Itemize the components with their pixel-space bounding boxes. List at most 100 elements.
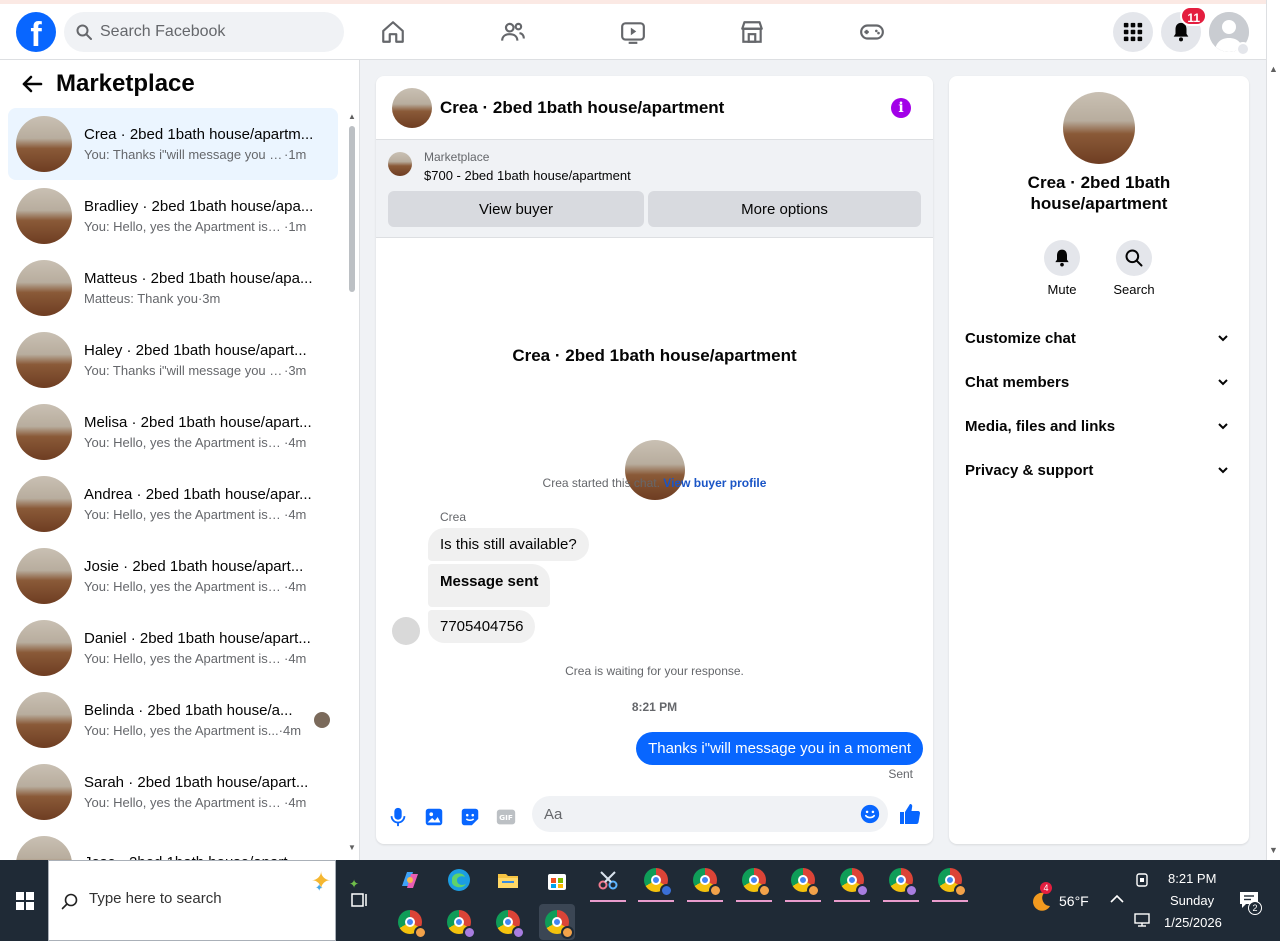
conversation-item[interactable]: Melisa · 2bed 1bath house/apart... You: H… bbox=[8, 396, 338, 468]
file-explorer-app[interactable] bbox=[490, 862, 526, 898]
microphone-icon[interactable] bbox=[387, 806, 409, 828]
account-chevron-icon[interactable] bbox=[1236, 42, 1250, 56]
conversation-item[interactable]: Daniel · 2bed 1bath house/apart... You: H… bbox=[8, 612, 338, 684]
marketplace-label: Marketplace bbox=[424, 150, 490, 164]
customize-chat-section[interactable]: Customize chat bbox=[965, 320, 1233, 356]
facebook-logo[interactable]: f bbox=[16, 12, 56, 52]
chrome-profile-app-active[interactable] bbox=[539, 904, 575, 940]
listing-title[interactable]: $700 - 2bed 1bath house/apartment bbox=[424, 168, 631, 183]
preview-text: You: Hello, yes the Apartment is sti... bbox=[84, 219, 284, 234]
search-icon bbox=[61, 893, 78, 910]
incoming-message[interactable]: Is this still available? bbox=[428, 528, 589, 561]
facebook-search-input[interactable] bbox=[100, 23, 320, 41]
chrome-profile-app[interactable] bbox=[392, 904, 428, 940]
conversation-item[interactable]: Belinda · 2bed 1bath house/a... You: Hell… bbox=[8, 684, 338, 756]
chrome-profile-app[interactable] bbox=[441, 904, 477, 940]
page-scrollbar[interactable]: ▲ ▼ bbox=[1266, 0, 1280, 860]
windows-start-icon[interactable] bbox=[16, 892, 34, 910]
preview-time: ·1m bbox=[284, 219, 307, 234]
edge-app[interactable] bbox=[441, 862, 477, 898]
info-icon[interactable]: i bbox=[891, 98, 911, 118]
chrome-profile-app[interactable] bbox=[834, 862, 870, 902]
sender-name: Crea bbox=[440, 510, 467, 524]
weather-moon-icon[interactable] bbox=[1028, 890, 1052, 914]
sender-small-avatar bbox=[392, 617, 420, 645]
chrome-profile-app[interactable] bbox=[490, 904, 526, 940]
conversation-item[interactable]: Bradliey · 2bed 1bath house/apa... You: H… bbox=[8, 180, 338, 252]
home-icon[interactable] bbox=[377, 16, 409, 48]
clock-time[interactable]: 8:21 PM bbox=[1168, 871, 1216, 886]
conversation-item[interactable]: Andrea · 2bed 1bath house/apar... You: He… bbox=[8, 468, 338, 540]
task-view-icon[interactable] bbox=[351, 891, 369, 909]
info-name: Crea · 2bed 1bath house/apartment bbox=[1027, 173, 1171, 213]
more-options-button[interactable]: More options bbox=[648, 191, 921, 227]
incoming-message[interactable]: 7705404756 bbox=[428, 610, 536, 643]
message-input[interactable] bbox=[532, 796, 888, 832]
thumbs-up-icon[interactable] bbox=[898, 802, 922, 826]
list-scrollbar[interactable]: ▲ ▼ bbox=[347, 112, 357, 852]
back-arrow-icon[interactable] bbox=[20, 72, 44, 96]
info-avatar[interactable] bbox=[1063, 92, 1135, 164]
conversation-preview: You: Hello, yes the Apartment is sti... ·… bbox=[84, 651, 316, 666]
tray-chevron-up-icon[interactable] bbox=[1110, 894, 1124, 904]
listing-avatar[interactable] bbox=[392, 87, 432, 128]
notifications-button[interactable]: 11 bbox=[1161, 6, 1207, 52]
facebook-search-box[interactable] bbox=[64, 12, 344, 52]
chat-members-section[interactable]: Chat members bbox=[965, 364, 1233, 400]
conversation-name: Haley · 2bed 1bath house/apart... bbox=[84, 342, 307, 359]
conversation-preview: You: Thanks i"will message you in ... ·3m bbox=[84, 363, 316, 378]
clock-date[interactable]: 1/25/2026 bbox=[1164, 915, 1222, 930]
network-icon[interactable] bbox=[1134, 912, 1150, 928]
scroll-down-arrow-icon[interactable]: ▼ bbox=[1269, 845, 1278, 855]
scroll-up-arrow-icon[interactable]: ▲ bbox=[348, 112, 356, 121]
scroll-down-arrow-icon[interactable]: ▼ bbox=[348, 843, 356, 852]
chat-title[interactable]: Crea · 2bed 1bath house/apartment bbox=[440, 98, 724, 118]
conversation-item[interactable]: Matteus · 2bed 1bath house/apa... Matteus… bbox=[8, 252, 338, 324]
incoming-message[interactable]: Message sent bbox=[428, 564, 551, 607]
search-action[interactable]: Search bbox=[1104, 240, 1164, 297]
chrome-profile-app[interactable] bbox=[638, 862, 674, 902]
microsoft-store-app[interactable] bbox=[539, 862, 575, 898]
marketplace-icon[interactable] bbox=[736, 16, 768, 48]
scrollbar-thumb[interactable] bbox=[349, 126, 355, 292]
gif-icon[interactable]: GIF bbox=[495, 806, 517, 828]
device-icon[interactable] bbox=[1134, 872, 1150, 888]
conversation-item[interactable]: Sarah · 2bed 1bath house/apart... You: He… bbox=[8, 756, 338, 828]
chrome-profile-app[interactable] bbox=[932, 862, 968, 902]
conversation-item[interactable]: Jose · 2bed 1bath house/apart... bbox=[8, 828, 338, 860]
chrome-profile-app[interactable] bbox=[883, 862, 919, 902]
preview-text: You: Hello, yes the Apartment is sti... bbox=[84, 435, 284, 450]
view-buyer-button[interactable]: View buyer bbox=[388, 191, 644, 227]
chrome-profile-app[interactable] bbox=[736, 862, 772, 902]
conversation-item[interactable]: Josie · 2bed 1bath house/apart... You: He… bbox=[8, 540, 338, 612]
video-icon[interactable] bbox=[617, 16, 649, 48]
copilot-app[interactable] bbox=[392, 862, 428, 898]
emoji-icon[interactable] bbox=[860, 804, 880, 824]
chrome-icon bbox=[644, 868, 673, 897]
view-buyer-profile-link[interactable]: View buyer profile bbox=[663, 476, 766, 490]
outgoing-message[interactable]: Thanks i"will message you in a moment bbox=[636, 732, 923, 765]
gaming-icon[interactable] bbox=[856, 16, 888, 48]
preview-time: ·3m bbox=[197, 291, 221, 306]
scissors-icon bbox=[598, 871, 618, 890]
mute-action[interactable]: Mute bbox=[1032, 240, 1092, 297]
chrome-profile-app[interactable] bbox=[785, 862, 821, 902]
photo-icon[interactable] bbox=[423, 806, 445, 828]
bell-icon bbox=[1055, 249, 1069, 267]
media-files-links-section[interactable]: Media, files and links bbox=[965, 408, 1233, 444]
chrome-profile-app[interactable] bbox=[687, 862, 723, 902]
friends-icon[interactable] bbox=[497, 16, 529, 48]
conversation-preview: You: Hello, yes the Apartment is sti... ·… bbox=[84, 795, 316, 810]
snipping-tool-app[interactable] bbox=[590, 862, 626, 902]
weather-temperature[interactable]: 56°F bbox=[1059, 893, 1089, 909]
taskbar-search-input[interactable] bbox=[89, 890, 289, 907]
sticker-icon[interactable] bbox=[459, 806, 481, 828]
privacy-support-section[interactable]: Privacy & support bbox=[965, 452, 1233, 488]
running-indicator bbox=[834, 900, 870, 902]
clock-day[interactable]: Sunday bbox=[1170, 893, 1214, 908]
conversation-item[interactable]: Haley · 2bed 1bath house/apart... You: Th… bbox=[8, 324, 338, 396]
conversation-item[interactable]: Crea · 2bed 1bath house/apartm... You: Th… bbox=[8, 108, 338, 180]
taskbar-search-box[interactable]: ✦ ✦ ✦ bbox=[48, 860, 359, 941]
scroll-up-arrow-icon[interactable]: ▲ bbox=[1269, 64, 1278, 74]
menu-grid-button[interactable] bbox=[1113, 12, 1153, 52]
